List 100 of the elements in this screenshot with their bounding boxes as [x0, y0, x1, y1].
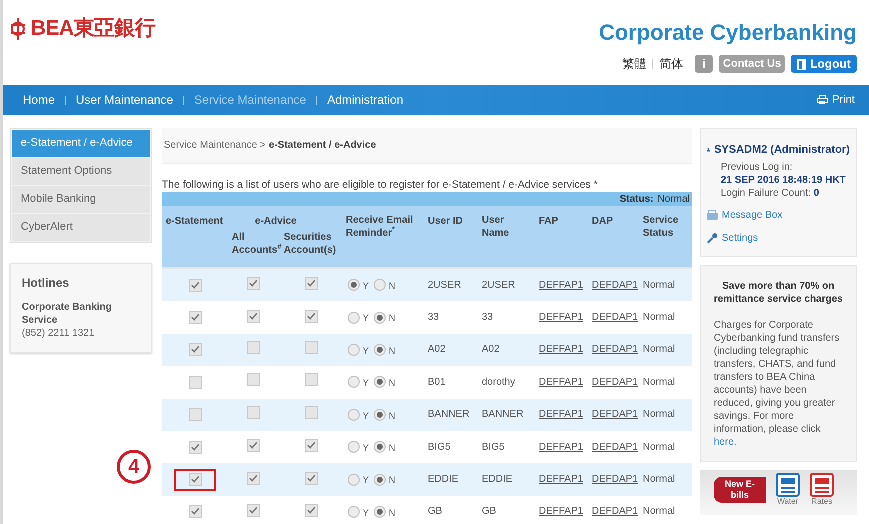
table-cell: Normal	[641, 496, 692, 524]
sidebar-item[interactable]: Mobile Banking	[12, 186, 150, 213]
panel-link[interactable]: Message Box	[722, 208, 783, 222]
column-header: Service Status	[641, 206, 692, 267]
radio-button[interactable]	[374, 408, 386, 421]
radio-button[interactable]	[348, 279, 360, 292]
radio-label: N	[389, 344, 396, 358]
fap-link[interactable]: DEFFAP1	[539, 344, 584, 356]
dap-link[interactable]: DEFDAP1	[592, 280, 638, 291]
table-cell: GB	[478, 496, 535, 524]
radio-label: N	[389, 410, 396, 422]
checkbox[interactable]	[304, 310, 318, 323]
column-header: Receive Email Reminder$^{*}$	[344, 206, 424, 267]
nav-link[interactable]: User Maintenance	[76, 91, 174, 109]
dap-link[interactable]: DEFDAP1	[592, 312, 638, 324]
breadcrumb-current: e-Statement / e-Advice	[269, 139, 376, 153]
radio-button[interactable]	[348, 312, 360, 324]
checkbox[interactable]	[188, 473, 202, 486]
column-header: DAP	[588, 206, 641, 267]
radio-button[interactable]	[348, 441, 360, 454]
login-failure-count: Login Failure Count: 0	[721, 186, 820, 200]
checkbox[interactable]	[304, 277, 318, 290]
checkbox[interactable]	[246, 277, 260, 290]
language-link[interactable]: 简体	[659, 55, 684, 73]
panel-link[interactable]: Settings	[722, 230, 758, 246]
radio-button[interactable]	[374, 279, 386, 292]
checkbox[interactable]	[188, 278, 202, 292]
fap-link[interactable]: DEFFAP1	[539, 506, 584, 518]
column-header: e-Statement	[162, 206, 228, 267]
fap-link[interactable]: DEFFAP1	[539, 442, 584, 453]
radio-button[interactable]	[374, 344, 386, 356]
bill-icon	[810, 472, 834, 496]
status-value: Normal	[658, 192, 690, 206]
table-cell: Normal	[641, 301, 692, 334]
radio-label: Y	[363, 506, 370, 520]
status-label: Status:	[620, 192, 654, 206]
logo-icon	[9, 16, 27, 42]
radio-button[interactable]	[348, 408, 360, 421]
logout-button[interactable]: Logout	[791, 55, 857, 73]
dap-link[interactable]: DEFDAP1	[592, 474, 638, 486]
table-cell: EDDIE	[424, 463, 478, 496]
mailbox-icon	[707, 210, 718, 220]
print-link[interactable]: Print	[817, 92, 855, 108]
here-link[interactable]: here.	[714, 436, 737, 448]
checkbox[interactable]	[246, 310, 260, 323]
checkbox[interactable]	[188, 343, 202, 356]
checkbox[interactable]	[246, 472, 260, 485]
fap-link[interactable]: DEFFAP1	[539, 312, 584, 324]
radio-button[interactable]	[348, 344, 360, 356]
dap-link[interactable]: DEFDAP1	[592, 409, 638, 420]
checkbox[interactable]	[188, 408, 202, 421]
radio-button[interactable]	[374, 376, 386, 388]
fap-link[interactable]: DEFFAP1	[539, 376, 584, 388]
radio-button[interactable]	[374, 474, 386, 486]
radio-button[interactable]	[348, 506, 360, 518]
checkbox[interactable]	[188, 311, 202, 324]
fap-link[interactable]: DEFFAP1	[539, 409, 584, 420]
checkbox[interactable]	[246, 340, 260, 354]
radio-button[interactable]	[374, 441, 386, 454]
bill-icon	[776, 472, 800, 496]
checkbox[interactable]	[188, 376, 202, 389]
checkbox[interactable]	[246, 406, 260, 419]
breadcrumb-link[interactable]: Service Maintenance >	[164, 138, 266, 153]
new-ebills-tag: New E-bills	[714, 476, 766, 502]
language-link[interactable]: 繁體	[622, 55, 646, 73]
checkbox[interactable]	[304, 406, 318, 419]
dap-link[interactable]: DEFDAP1	[592, 442, 638, 453]
promo-text: Charges for Corporate Cyberbanking fund transfers (including telegraphic transfers, CHATS, and fund transfers to BEA China accounts) have been reduced, giving you greater savings. For more information, please click here.	[714, 318, 841, 448]
checkbox[interactable]	[188, 440, 202, 454]
previous-login-time: 21 SEP 2016 18:48:19 HKT	[721, 174, 847, 186]
fap-link[interactable]: DEFFAP1	[539, 474, 584, 486]
checkbox[interactable]	[246, 439, 260, 452]
checkbox[interactable]	[304, 504, 318, 517]
table-cell: Normal	[641, 334, 692, 366]
checkbox[interactable]	[304, 439, 318, 452]
nav-link[interactable]: Administration	[327, 91, 404, 109]
table-cell: BANNER	[478, 398, 535, 431]
checkbox[interactable]	[246, 373, 260, 386]
table-cell: BANNER	[424, 398, 478, 431]
checkbox[interactable]	[188, 505, 202, 518]
dap-link[interactable]: DEFDAP1	[592, 344, 638, 356]
checkbox[interactable]	[304, 340, 318, 354]
nav-link[interactable]: Home	[23, 91, 56, 109]
radio-label: N	[389, 312, 396, 326]
dap-link[interactable]: DEFDAP1	[592, 376, 638, 388]
radio-button[interactable]	[374, 312, 386, 324]
checkbox[interactable]	[304, 373, 318, 386]
radio-button[interactable]	[348, 474, 360, 486]
sidebar-item[interactable]: Statement Options	[12, 158, 150, 185]
sidebar-item[interactable]: CyberAlert	[12, 214, 150, 241]
dap-link[interactable]: DEFDAP1	[592, 506, 638, 518]
fap-link[interactable]: DEFFAP1	[539, 280, 584, 291]
promo-title: Save more than 70% on remittance service charges	[714, 280, 843, 306]
radio-label: N	[389, 377, 396, 390]
table-cell: EDDIE	[478, 463, 535, 496]
column-header: FAP	[535, 206, 588, 267]
checkbox[interactable]	[246, 504, 260, 517]
checkbox[interactable]	[304, 472, 318, 485]
radio-button[interactable]	[348, 376, 360, 388]
radio-button[interactable]	[374, 506, 386, 518]
